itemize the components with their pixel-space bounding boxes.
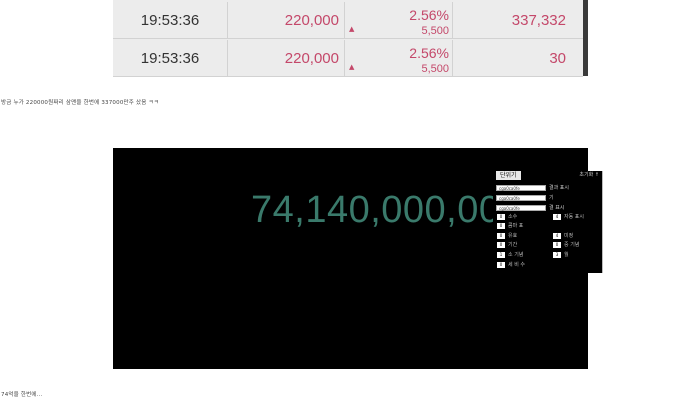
converter-input-label: 결과 표시: [549, 185, 569, 191]
trade-table: 19:53:36 220,000 ▲ 2.56% 5,500 337,332 1…: [113, 0, 588, 77]
option-label: 소 기념: [508, 252, 524, 258]
option-checkbox[interactable]: 1소 기념: [497, 252, 523, 258]
option-label: 유효: [508, 233, 518, 239]
option-box[interactable]: 3: [553, 252, 561, 258]
change-percent: 2.56%: [409, 45, 449, 61]
change-amount: 5,500: [421, 63, 449, 75]
option-checkbox[interactable]: 0 콤마 표: [497, 223, 523, 229]
up-arrow-icon: ▲: [349, 63, 355, 71]
caption-bottom: 74억을 한번에...: [1, 392, 43, 398]
option-label: 세 비 수: [508, 262, 525, 268]
option-box[interactable]: 0: [497, 214, 505, 220]
option-box[interactable]: 0: [497, 233, 505, 239]
option-box[interactable]: 0: [497, 242, 505, 248]
trade-time: 19:53:36: [113, 40, 228, 77]
option-box[interactable]: 1: [497, 252, 505, 258]
option-label: 기간: [508, 242, 518, 248]
option-label: 중 기념: [564, 242, 580, 248]
option-box[interactable]: 0: [553, 242, 561, 248]
big-number: 74,140,000,000: [251, 189, 523, 231]
change-amount: 5,500: [421, 25, 449, 37]
trade-price: 220,000: [228, 40, 345, 77]
trade-time: 19:53:36: [113, 2, 228, 39]
option-label: 소수: [508, 214, 518, 220]
scrollbar[interactable]: [583, 0, 588, 76]
option-label: 미정: [564, 233, 574, 239]
converter-input[interactable]: cga0ca0fe: [496, 195, 546, 201]
option-box[interactable]: 0: [497, 223, 505, 229]
trade-volume: 337,332: [511, 12, 566, 29]
trade-row: 19:53:36 220,000 ▲ 2.56% 5,500 30: [113, 40, 583, 77]
unit-converter-panel: 단위기 초기화 ↑ cga0ca0fe 결과 표시 cga0ca0fe 기 cga0…: [493, 171, 603, 273]
change-percent: 2.56%: [409, 7, 449, 23]
option-box[interactable]: 4: [553, 214, 561, 220]
converter-input[interactable]: cga0ca0fe: [496, 185, 546, 191]
option-checkbox[interactable]: 0 소수: [497, 214, 517, 220]
converter-input-row: cga0ca0fe 기: [496, 195, 554, 201]
trade-change: ▲ 2.56% 5,500: [345, 2, 453, 39]
trade-volume: 30: [549, 50, 566, 67]
trade-change: ▲ 2.56% 5,500: [345, 40, 453, 77]
option-box[interactable]: 4: [553, 233, 561, 239]
option-checkbox[interactable]: 0중 기념: [553, 242, 579, 248]
option-checkbox[interactable]: 3월: [553, 252, 569, 258]
option-checkbox[interactable]: 0세 비 수: [497, 262, 525, 268]
converter-title[interactable]: 단위기: [496, 171, 521, 180]
option-checkbox[interactable]: 0 유효: [497, 233, 517, 239]
option-label: 자동 표시: [564, 214, 584, 220]
converter-input[interactable]: cga0ca0fe: [496, 205, 546, 211]
converter-input-label: 결 표시: [549, 205, 565, 211]
trade-price: 220,000: [228, 2, 345, 39]
converter-input-row: cga0ca0fe 결과 표시: [496, 185, 569, 191]
option-checkbox[interactable]: 4 자동 표시: [553, 214, 584, 220]
caption-top: 방금 누가 220000원짜리 삼맨을 한번에 337000만주 샀음 ㅋㅋ: [1, 100, 159, 106]
option-label: 월: [564, 252, 569, 258]
converter-input-label: 기: [549, 195, 554, 201]
option-checkbox[interactable]: 0 기간: [497, 242, 517, 248]
option-label: 콤마 표: [508, 223, 524, 229]
option-checkbox[interactable]: 4 미정: [553, 233, 573, 239]
trade-row: 19:53:36 220,000 ▲ 2.56% 5,500 337,332: [113, 2, 583, 39]
converter-input-row: cga0ca0fe 결 표시: [496, 205, 564, 211]
option-box[interactable]: 0: [497, 262, 505, 268]
up-arrow-icon: ▲: [349, 25, 355, 33]
reset-button[interactable]: 초기화 ↑: [579, 172, 599, 179]
